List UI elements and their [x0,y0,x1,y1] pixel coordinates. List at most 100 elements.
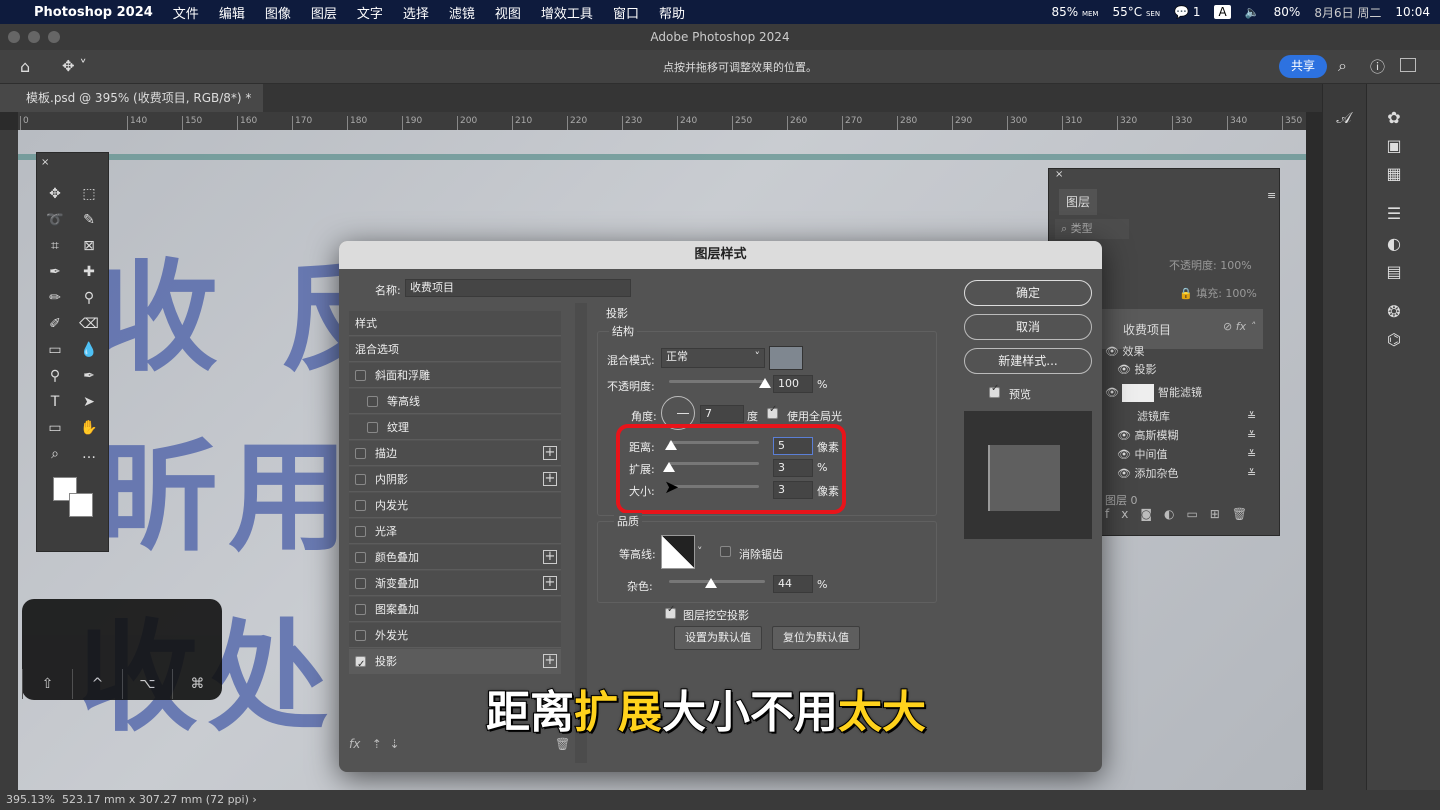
brush-tool-icon[interactable]: ✏ [43,287,67,309]
style-item[interactable]: 外发光 [349,623,561,648]
style-item[interactable]: 斜面和浮雕 [349,363,561,388]
close-toolbox-icon[interactable]: × [41,157,49,168]
zoom-level[interactable]: 395.13% [6,793,55,806]
move-tool-icon[interactable]: ✥ [43,183,67,205]
wechat-icon[interactable]: 💬 1 [1174,5,1200,19]
style-item[interactable]: 混合选项 [349,337,561,362]
cancel-button[interactable]: 取消 [964,314,1092,340]
contour-picker[interactable] [661,535,695,569]
menu-item[interactable]: 编辑 [219,3,245,22]
style-checkbox[interactable] [355,578,366,589]
color-icon[interactable]: ✿ [1383,108,1405,130]
healing-tool-icon[interactable]: ✚ [77,261,101,283]
style-item[interactable]: 等高线 [349,389,561,414]
add-style-icon[interactable]: + [543,576,557,590]
blur-tool-icon[interactable]: 💧 [77,339,101,361]
filter-options-icon[interactable]: ≚ [1247,426,1256,446]
style-item[interactable]: 内阴影 + [349,467,561,492]
lasso-tool-icon[interactable]: ➰ [43,209,67,231]
style-checkbox[interactable] [355,630,366,641]
panel-menu-icon[interactable]: ≡ [1267,189,1276,202]
smart-filter-row[interactable]: 👁 高斯模糊 ≚ [1117,426,1337,446]
smart-filter-row[interactable]: 滤镜库 ≚ [1117,407,1337,427]
frame-tool-icon[interactable]: ⊠ [77,235,101,257]
document-info[interactable]: 523.17 mm x 307.27 mm (72 ppi) [62,793,249,806]
more-tools-icon[interactable]: … [77,443,101,465]
add-style-icon[interactable]: + [543,654,557,668]
dodge-tool-icon[interactable]: ⚲ [43,365,67,387]
character-icon[interactable]: 𝒜 [1333,108,1355,130]
background-color-swatch[interactable] [69,493,93,517]
time[interactable]: 10:04 [1395,5,1430,19]
eyedropper-tool-icon[interactable]: ✒ [43,261,67,283]
menu-item[interactable]: 增效工具 [541,3,593,22]
help-icon[interactable]: ⓘ [1370,56,1385,77]
close-window-button[interactable] [8,31,20,43]
smart-filter-row[interactable]: 👁 添加杂色 ≚ [1117,464,1337,484]
path-select-tool-icon[interactable]: ➤ [77,391,101,413]
knockout-checkbox[interactable] [665,604,676,619]
menu-item[interactable]: 滤镜 [449,3,475,22]
history-brush-icon[interactable]: ✐ [43,313,67,335]
menu-item[interactable]: 选择 [403,3,429,22]
quick-select-tool-icon[interactable]: ✎ [77,209,101,231]
move-down-icon[interactable]: ⇣ [389,737,399,751]
smart-filter-row[interactable]: 👁 中间值 ≚ [1117,445,1337,465]
crop-tool-icon[interactable]: ⌗ [43,235,67,257]
layers-footer-icons[interactable]: fx◙◐▭⊞🗑 [1105,507,1259,521]
style-checkbox[interactable] [355,604,366,615]
noise-input[interactable]: 44 [773,575,813,593]
style-item[interactable]: 光泽 [349,519,561,544]
opacity-slider-thumb[interactable] [759,378,771,388]
style-checkbox[interactable] [355,474,366,485]
styles-icon[interactable]: ▤ [1383,262,1405,284]
layer-opacity[interactable]: 不透明度: 100% [1169,257,1252,273]
paths-icon[interactable]: ⌬ [1383,330,1405,352]
menu-item[interactable]: 帮助 [659,3,685,22]
set-default-button[interactable]: 设置为默认值 [674,626,762,650]
menu-item[interactable]: 图像 [265,3,291,22]
type-tool-icon[interactable]: T [43,391,67,413]
add-style-icon[interactable]: + [543,446,557,460]
new-style-button[interactable]: 新建样式... [964,348,1092,374]
eye-icon[interactable]: 👁 [1117,467,1134,480]
antialias-checkbox[interactable] [720,546,731,557]
layer-fill[interactable]: 🔒 填充: 100% [1179,285,1257,301]
zoom-window-button[interactable] [48,31,60,43]
share-button[interactable]: 共享 [1279,55,1327,78]
add-style-icon[interactable]: + [543,550,557,564]
style-item[interactable]: 渐变叠加 + [349,571,561,596]
gradient-tool-icon[interactable]: ▭ [43,339,67,361]
fx-icon[interactable]: ⊘ fx ˄ [1223,320,1255,333]
document-tab[interactable]: 模板.psd @ 395% (收费项目, RGB/8*) * [0,84,264,112]
filter-options-icon[interactable]: ≚ [1247,407,1256,427]
style-item[interactable]: 图案叠加 [349,597,561,622]
angle-input[interactable]: 7 [700,405,744,423]
libraries-icon[interactable]: ▦ [1383,164,1405,186]
workspace-icon[interactable] [1400,58,1416,72]
channels-icon[interactable]: ❂ [1383,302,1405,324]
drop-shadow-effect-row[interactable]: 👁 投影 [1117,360,1337,380]
layer-filter-select[interactable]: ⌕ 类型 [1055,219,1129,239]
eye-icon[interactable]: 👁 [1117,448,1134,461]
stamp-tool-icon[interactable]: ⚲ [77,287,101,309]
style-checkbox[interactable] [355,448,366,459]
swatches-icon[interactable]: ▣ [1383,136,1405,158]
style-item[interactable]: 颜色叠加 + [349,545,561,570]
rectangle-tool-icon[interactable]: ▭ [43,417,67,439]
input-method[interactable]: A [1214,5,1231,19]
menu-item[interactable]: 视图 [495,3,521,22]
preview-checkbox[interactable] [989,383,1000,398]
eye-icon[interactable]: 👁 [1117,429,1134,442]
style-item[interactable]: 内发光 [349,493,561,518]
menu-item[interactable]: 文件 [173,3,199,22]
style-checkbox[interactable] [355,552,366,563]
close-panel-icon[interactable]: × [1055,169,1063,180]
opacity-input[interactable]: 100 [773,375,813,393]
search-icon[interactable]: ⌕ [1338,56,1347,76]
shadow-color-swatch[interactable] [769,346,803,370]
pen-tool-icon[interactable]: ✒ [77,365,101,387]
effects-row[interactable]: 👁 效果 [1105,342,1325,362]
menu-item[interactable]: 文字 [357,3,383,22]
style-item[interactable]: 描边 + [349,441,561,466]
